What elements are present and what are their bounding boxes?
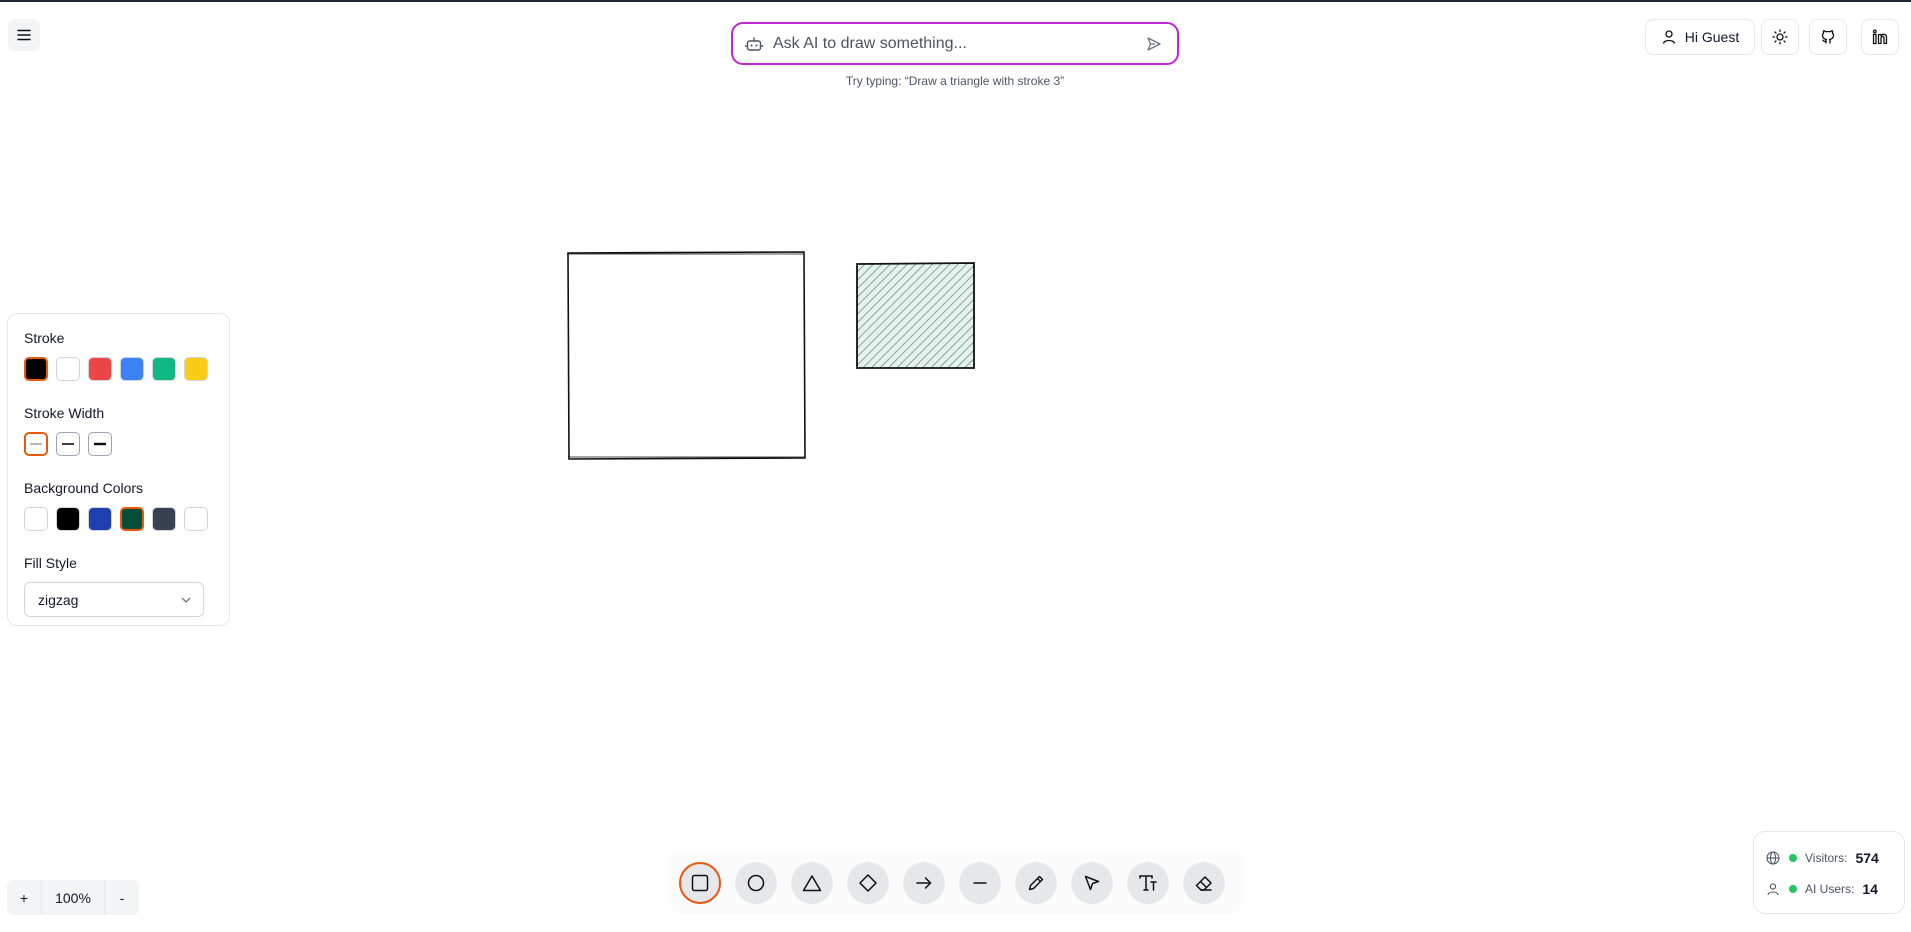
guest-button[interactable]: Hi Guest <box>1645 19 1755 55</box>
visitors-status-dot <box>1789 853 1797 862</box>
background-color-blue[interactable] <box>88 507 112 531</box>
stroke-color-yellow[interactable] <box>184 357 208 381</box>
properties-panel: Stroke Stroke Width Background Colors Fi… <box>7 313 230 626</box>
zoom-out-button[interactable]: - <box>105 880 139 915</box>
ai-users-row: AI Users: 14 <box>1766 873 1892 904</box>
ai-users-status-dot <box>1789 884 1797 893</box>
background-color-gray[interactable] <box>152 507 176 531</box>
github-icon <box>1821 30 1835 44</box>
stroke-width-thick[interactable] <box>88 432 112 456</box>
zoom-in-button[interactable]: + <box>7 880 41 915</box>
tool-pencil[interactable] <box>1015 862 1057 904</box>
circle-icon <box>747 874 765 892</box>
visitors-label: Visitors: <box>1805 850 1848 865</box>
arrow-icon <box>916 877 932 889</box>
background-color-row <box>24 507 213 531</box>
text-icon <box>1139 875 1157 891</box>
ai-users-label: AI Users: <box>1805 881 1855 896</box>
zoom-level: 100% <box>41 880 105 915</box>
fill-style-title: Fill Style <box>24 555 77 571</box>
triangle-icon <box>802 875 822 892</box>
canvas-rectangle-large[interactable] <box>567 251 806 460</box>
tool-line[interactable] <box>959 862 1001 904</box>
theme-toggle-button[interactable] <box>1761 19 1799 55</box>
tool-arrow[interactable] <box>903 862 945 904</box>
line-medium-icon <box>62 443 74 445</box>
stroke-width-title: Stroke Width <box>24 405 105 421</box>
user-icon <box>1767 882 1779 895</box>
hamburger-icon <box>17 29 31 41</box>
ai-prompt-input[interactable] <box>773 34 1143 53</box>
stroke-color-white[interactable] <box>56 357 80 381</box>
stroke-width-thin[interactable] <box>24 432 48 456</box>
user-icon <box>1662 30 1675 44</box>
tool-rectangle[interactable] <box>679 862 721 904</box>
ai-users-value: 14 <box>1862 880 1878 897</box>
stroke-color-row <box>24 357 213 381</box>
guest-label: Hi Guest <box>1684 29 1740 45</box>
tool-circle[interactable] <box>735 862 777 904</box>
stroke-title: Stroke <box>24 330 65 346</box>
background-color-dark-green[interactable] <box>120 507 144 531</box>
stats-card: Visitors: 574 AI Users: 14 <box>1753 831 1905 914</box>
diamond-icon <box>859 874 877 892</box>
rectangle-icon <box>691 874 709 892</box>
ai-prompt-bar <box>731 22 1179 65</box>
menu-button[interactable] <box>8 19 40 51</box>
background-color-black[interactable] <box>56 507 80 531</box>
background-colors-title: Background Colors <box>24 480 144 496</box>
fill-style-select[interactable]: zigzag <box>24 582 204 617</box>
stroke-color-red[interactable] <box>88 357 112 381</box>
zoom-controls: + 100% - <box>7 880 139 915</box>
drawing-toolbar <box>669 852 1243 914</box>
stroke-width-medium[interactable] <box>56 432 80 456</box>
line-thin-icon <box>30 443 42 445</box>
sun-icon <box>1772 29 1788 45</box>
visitors-value: 574 <box>1855 849 1879 866</box>
github-button[interactable] <box>1809 19 1847 55</box>
linkedin-icon <box>1872 29 1888 45</box>
line-icon <box>973 882 987 884</box>
eraser-icon <box>1195 876 1212 891</box>
tool-select[interactable] <box>1071 862 1113 904</box>
stroke-color-blue[interactable] <box>120 357 144 381</box>
canvas-rectangle-filled[interactable] <box>856 262 975 369</box>
tool-eraser[interactable] <box>1183 862 1225 904</box>
robot-icon <box>745 34 765 54</box>
line-thick-icon <box>94 442 106 446</box>
select-icon <box>1084 875 1100 891</box>
fill-style-value: zigzag <box>38 591 79 608</box>
ai-hint-text: Try typing: “Draw a triangle with stroke… <box>845 74 1065 88</box>
background-color-transparent[interactable] <box>24 507 48 531</box>
background-color-white[interactable] <box>184 507 208 531</box>
linkedin-button[interactable] <box>1861 19 1899 55</box>
stroke-color-black[interactable] <box>24 357 48 381</box>
visitors-row: Visitors: 574 <box>1766 842 1892 873</box>
tool-triangle[interactable] <box>791 862 833 904</box>
drawing-canvas[interactable] <box>0 0 1911 932</box>
tool-text[interactable] <box>1127 862 1169 904</box>
globe-icon <box>1766 850 1780 865</box>
chevron-down-icon <box>181 597 191 603</box>
send-icon[interactable] <box>1143 33 1165 55</box>
stroke-width-row <box>24 432 213 456</box>
stroke-color-green[interactable] <box>152 357 176 381</box>
pencil-icon <box>1028 875 1044 891</box>
tool-diamond[interactable] <box>847 862 889 904</box>
